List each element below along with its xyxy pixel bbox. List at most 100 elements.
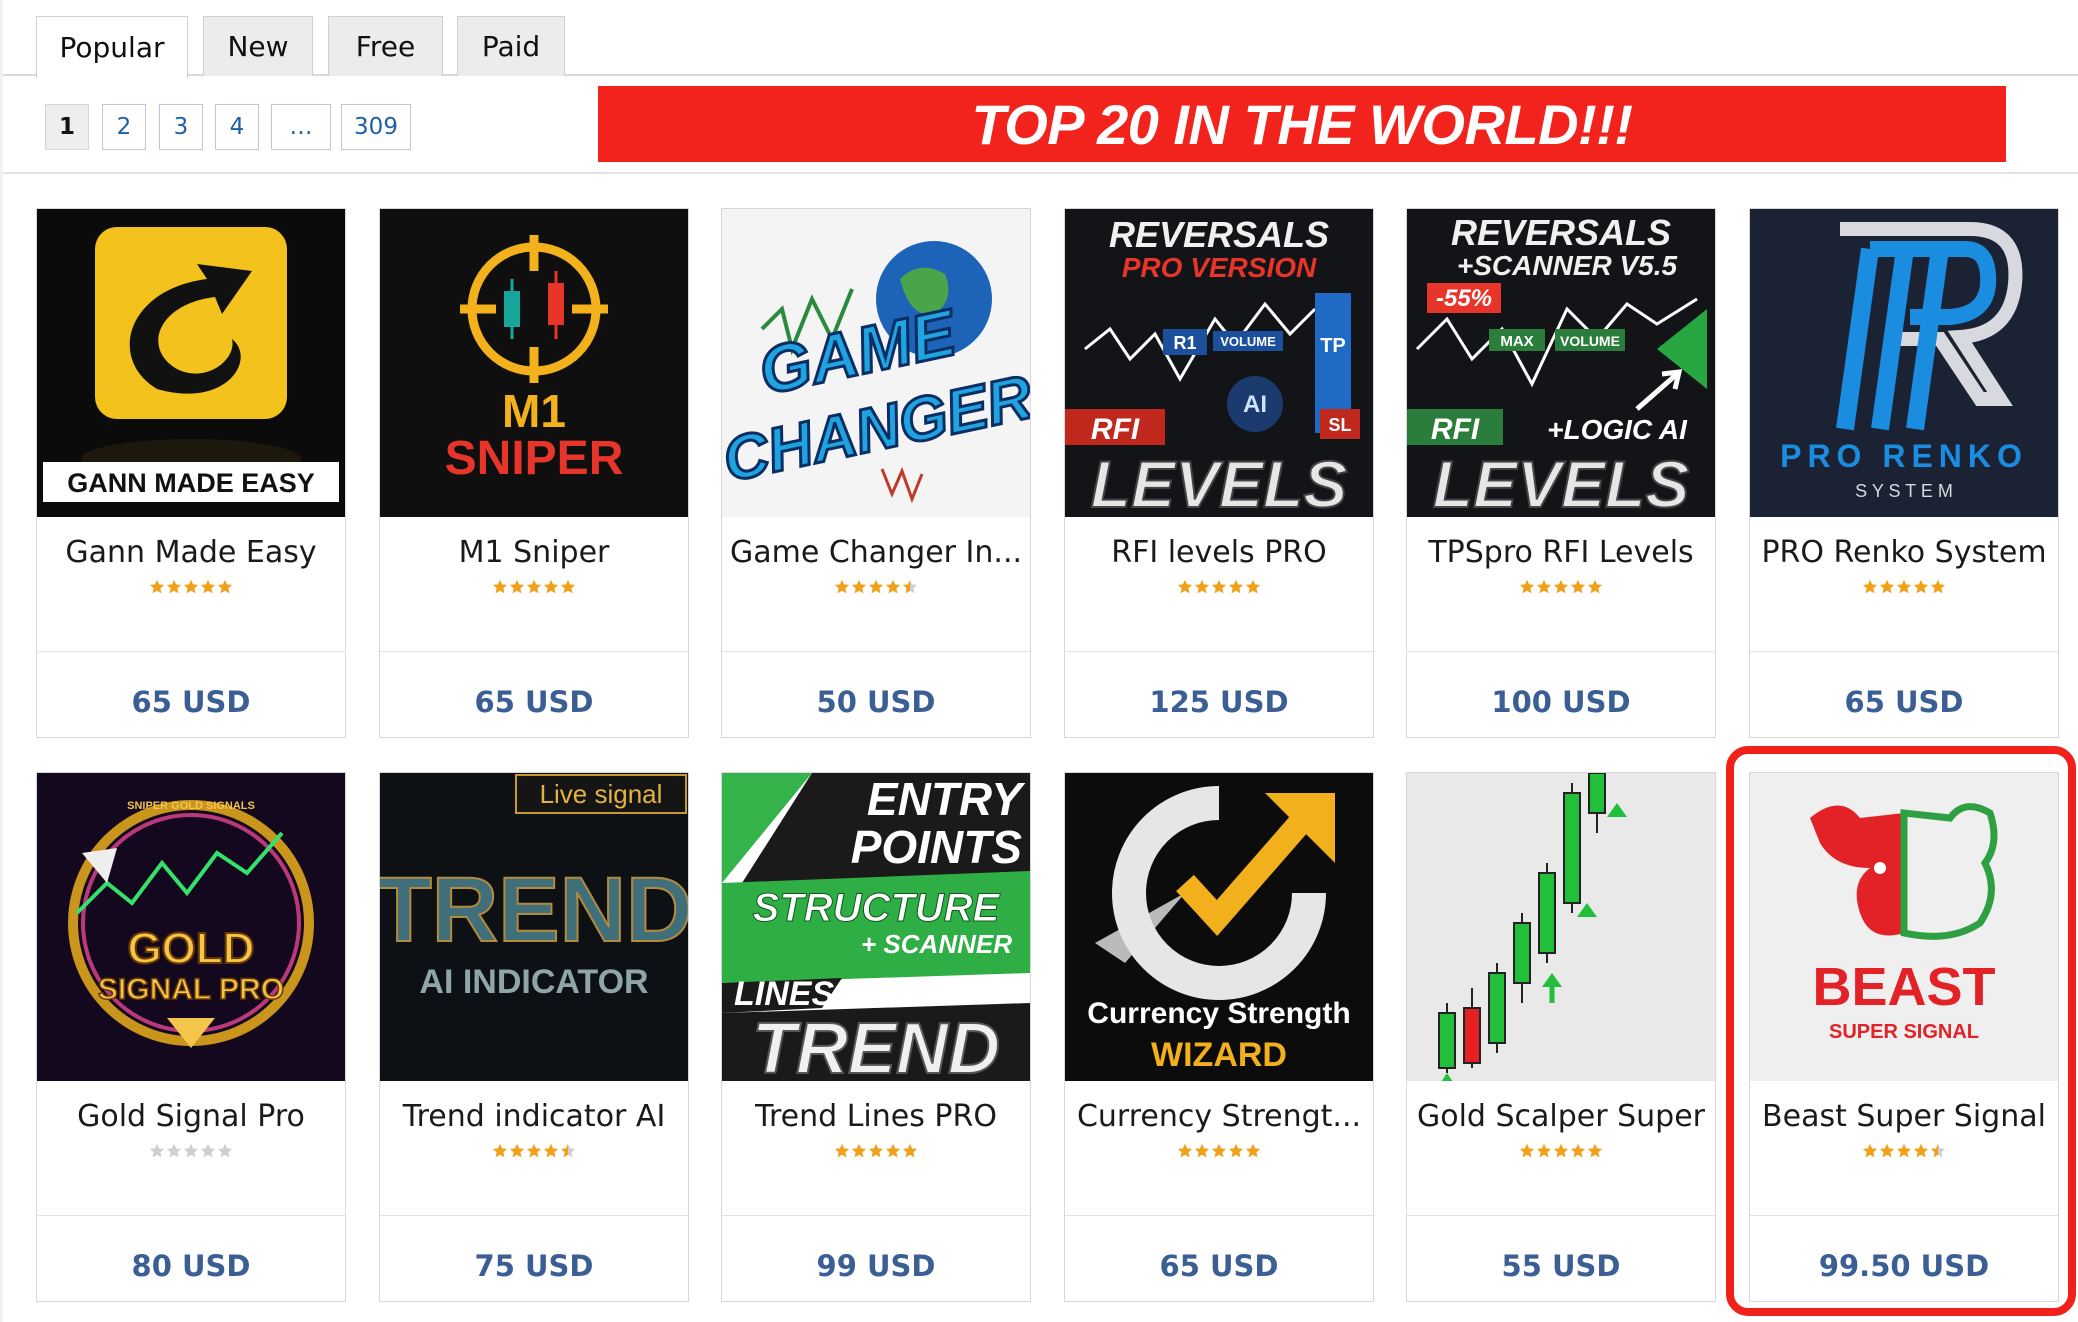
svg-text:TREND: TREND: [380, 859, 688, 961]
product-title: PRO Renko System: [1761, 535, 2047, 570]
svg-text:REVERSALS: REVERSALS: [1109, 214, 1329, 255]
card-divider: [1407, 1215, 1715, 1216]
product-price: 50 USD: [816, 685, 936, 719]
star-icon: [166, 579, 182, 594]
star-icon: [1245, 579, 1261, 594]
star-icon: [1587, 579, 1603, 594]
promo-banner: TOP 20 IN THE WORLD!!!: [598, 86, 2006, 162]
globe-icon: GAME CHANGER: [722, 209, 1030, 517]
page-left-border: [0, 0, 3, 1322]
tab-popular[interactable]: Popular: [36, 16, 188, 78]
card-divider: [1065, 651, 1373, 652]
star-icon: [902, 579, 918, 594]
trend-text-icon: Live signal TREND AI INDICATOR: [380, 773, 688, 1081]
product-card[interactable]: GAME CHANGER Game Changer In... 50 USD: [721, 208, 1031, 738]
product-card[interactable]: BEAST SUPER SIGNAL Beast Super Signal 99…: [1749, 772, 2059, 1302]
star-icon: [1519, 1143, 1535, 1158]
star-icon: [492, 579, 508, 594]
svg-text:GOLD: GOLD: [127, 924, 254, 973]
star-icon: [1194, 1143, 1210, 1158]
product-card[interactable]: GANN MADE EASY Gann Made Easy 65 USD: [36, 208, 346, 738]
product-title: Currency Strengt...: [1076, 1099, 1362, 1134]
star-icon: [851, 1143, 867, 1158]
product-price: 80 USD: [131, 1249, 251, 1283]
svg-text:+ SCANNER: + SCANNER: [861, 929, 1012, 959]
star-icon: [560, 1143, 576, 1158]
svg-text:SNIPER: SNIPER: [445, 432, 624, 485]
star-icon: [1896, 579, 1912, 594]
product-card[interactable]: REVERSALS +SCANNER V5.5 -55% MAX VOLUME …: [1406, 208, 1716, 738]
star-icon: [1553, 1143, 1569, 1158]
product-price: 100 USD: [1491, 685, 1631, 719]
tab-new[interactable]: New: [203, 16, 313, 76]
star-icon: [1245, 1143, 1261, 1158]
star-icon: [492, 1143, 508, 1158]
content-divider: [3, 172, 2078, 174]
svg-text:RFI: RFI: [1431, 413, 1480, 446]
rating-stars: [722, 579, 1030, 595]
svg-text:PRO VERSION: PRO VERSION: [1122, 252, 1317, 283]
product-title: Trend Lines PRO: [755, 1099, 997, 1134]
svg-text:-55%: -55%: [1436, 285, 1492, 312]
star-icon: [1536, 579, 1552, 594]
tab-free[interactable]: Free: [328, 16, 443, 76]
page-ellipsis[interactable]: …: [271, 104, 331, 150]
svg-text:LEVELS: LEVELS: [1433, 447, 1690, 517]
product-price: 55 USD: [1501, 1249, 1621, 1283]
product-title: Gold Signal Pro: [77, 1099, 305, 1134]
rating-stars: [1750, 1143, 2058, 1159]
product-card[interactable]: ENTRY POINTS STRUCTURE + SCANNER LINES T…: [721, 772, 1031, 1302]
svg-text:S Y S T E M: S Y S T E M: [1855, 481, 1953, 501]
star-icon: [1862, 579, 1878, 594]
card-divider: [722, 1215, 1030, 1216]
star-icon: [509, 579, 525, 594]
svg-text:MAX: MAX: [1500, 333, 1533, 350]
star-icon: [885, 579, 901, 594]
product-price: 65 USD: [1844, 685, 1964, 719]
star-icon: [868, 1143, 884, 1158]
currency-wizard-icon: Currency Strength WIZARD: [1065, 773, 1373, 1081]
star-icon: [1896, 1143, 1912, 1158]
svg-text:+LOGIC AI: +LOGIC AI: [1547, 414, 1688, 445]
rating-stars: [380, 1143, 688, 1159]
card-divider: [1065, 1215, 1373, 1216]
svg-text:STRUCTURE: STRUCTURE: [753, 886, 1001, 930]
product-price: 65 USD: [131, 685, 251, 719]
svg-text:POINTS: POINTS: [851, 821, 1023, 873]
star-icon: [1930, 1143, 1946, 1158]
product-price: 99 USD: [816, 1249, 936, 1283]
product-card[interactable]: REVERSALS PRO VERSION R1 VOLUME TP AI SL…: [1064, 208, 1374, 738]
page-1[interactable]: 1: [45, 104, 89, 150]
svg-text:SUPER SIGNAL: SUPER SIGNAL: [1829, 1021, 1979, 1043]
tab-paid[interactable]: Paid: [457, 16, 565, 76]
product-card[interactable]: Gold Scalper Super 55 USD: [1406, 772, 1716, 1302]
page-3[interactable]: 3: [159, 104, 203, 150]
renko-logo-icon: PRO RENKO S Y S T E M: [1750, 209, 2058, 517]
svg-text:TP: TP: [1320, 335, 1346, 357]
card-divider: [722, 651, 1030, 652]
svg-text:PRO RENKO: PRO RENKO: [1780, 438, 2028, 474]
svg-text:SIGNAL PRO: SIGNAL PRO: [98, 973, 284, 1006]
star-icon: [851, 579, 867, 594]
card-divider: [380, 651, 688, 652]
svg-text:Live signal: Live signal: [540, 779, 663, 809]
rating-stars: [1407, 1143, 1715, 1159]
svg-text:AI: AI: [1243, 391, 1267, 418]
product-card[interactable]: SNIPER GOLD SIGNALS GOLD SIGNAL PRO Gold…: [36, 772, 346, 1302]
page-4[interactable]: 4: [215, 104, 259, 150]
star-icon: [1862, 1143, 1878, 1158]
product-card[interactable]: Live signal TREND AI INDICATOR Trend ind…: [379, 772, 689, 1302]
card-divider: [37, 651, 345, 652]
star-icon: [834, 579, 850, 594]
page-309[interactable]: 309: [341, 104, 411, 150]
page-2[interactable]: 2: [102, 104, 146, 150]
product-card[interactable]: M1 SNIPER M1 Sniper 65 USD: [379, 208, 689, 738]
product-card[interactable]: Currency Strength WIZARD Currency Streng…: [1064, 772, 1374, 1302]
product-price: 125 USD: [1149, 685, 1289, 719]
chart-levels-icon: REVERSALS +SCANNER V5.5 -55% MAX VOLUME …: [1407, 209, 1715, 517]
product-card[interactable]: PRO RENKO S Y S T E M PRO Renko System 6…: [1749, 208, 2059, 738]
svg-text:SNIPER GOLD SIGNALS: SNIPER GOLD SIGNALS: [127, 800, 255, 812]
svg-text:RFI: RFI: [1091, 413, 1140, 446]
rating-stars: [1065, 1143, 1373, 1159]
product-title: RFI levels PRO: [1111, 535, 1327, 570]
